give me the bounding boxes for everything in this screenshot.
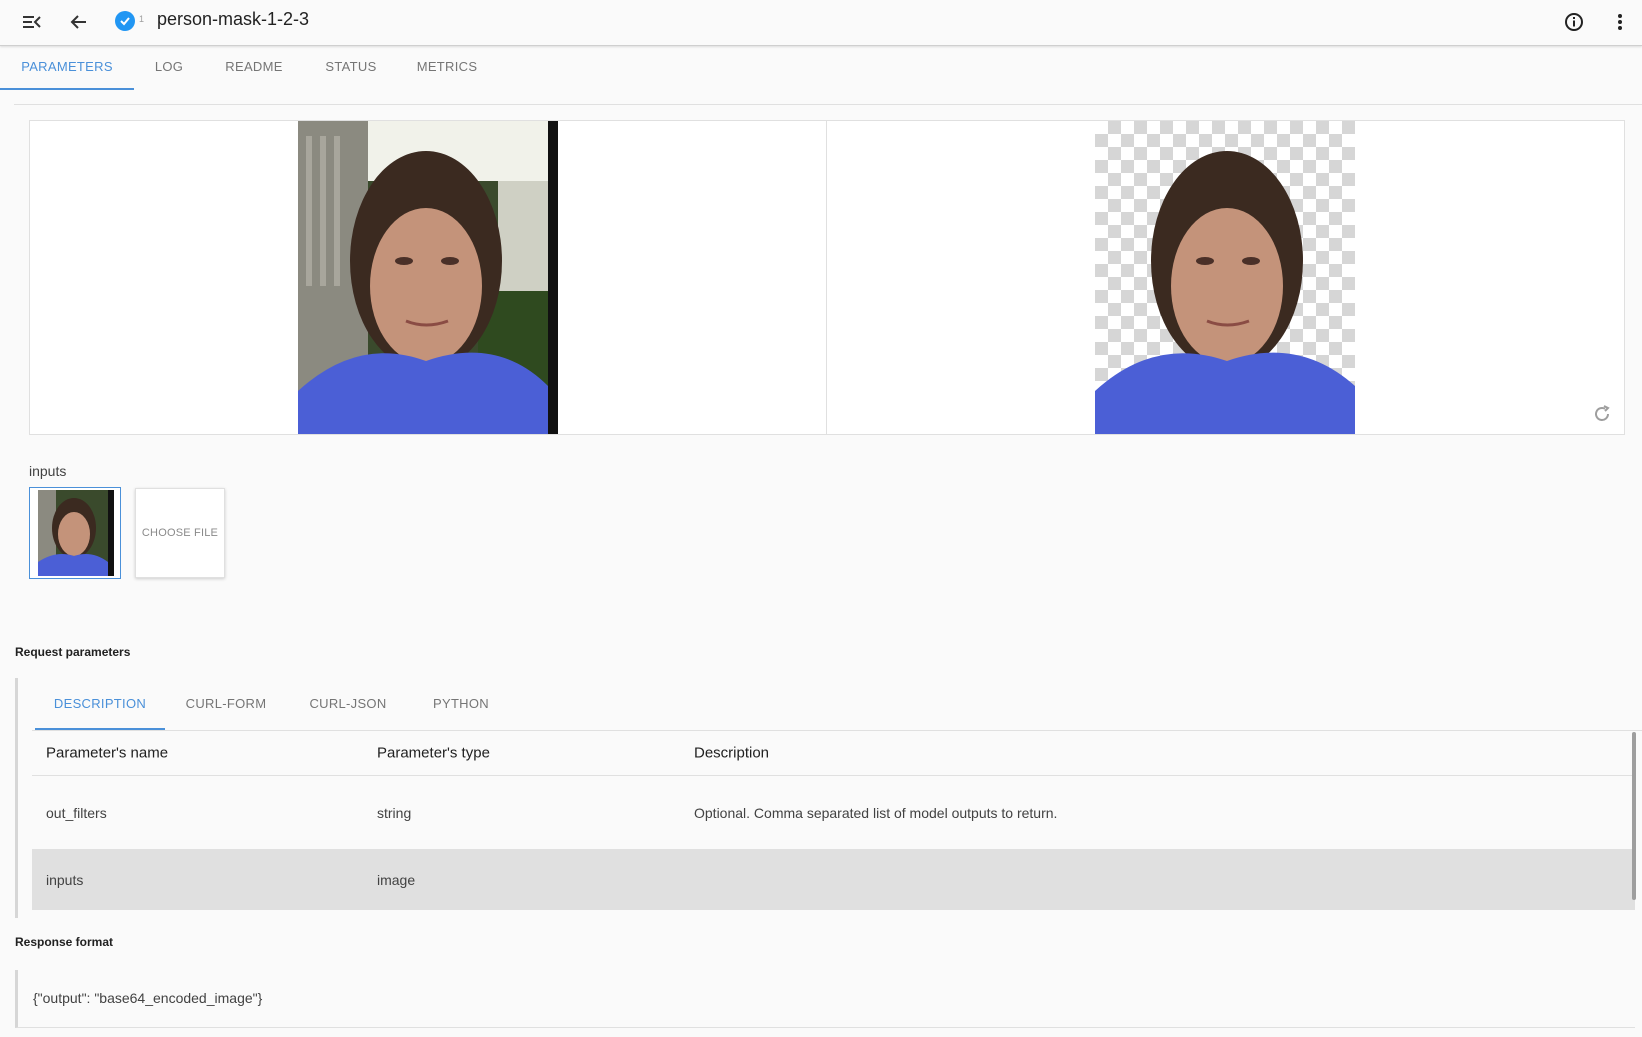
tab-metrics[interactable]: METRICS <box>398 47 496 90</box>
column-header-description: Description <box>694 744 770 762</box>
column-header-type: Parameter's type <box>377 744 490 762</box>
input-thumbnail[interactable] <box>29 487 121 579</box>
arrow-back-icon[interactable] <box>65 8 93 36</box>
main-tabs: PARAMETERS LOG README STATUS METRICS <box>0 47 1642 90</box>
tab-status[interactable]: STATUS <box>304 47 398 90</box>
inputs-label: inputs <box>29 463 67 479</box>
param-type: image <box>377 872 416 888</box>
menu-collapse-icon[interactable] <box>18 8 46 36</box>
tab-parameters[interactable]: PARAMETERS <box>0 47 134 90</box>
param-type: string <box>377 804 412 821</box>
input-image <box>298 121 558 434</box>
top-app-bar: 1 person-mask-1-2-3 <box>0 0 1642 46</box>
table-scrollbar[interactable] <box>1632 732 1636 900</box>
request-parameters-title: Request parameters <box>15 645 131 659</box>
choose-file-button[interactable]: CHOOSE FILE <box>135 488 225 578</box>
info-icon[interactable] <box>1560 8 1588 36</box>
tab-readme[interactable]: README <box>204 47 304 90</box>
request-parameters-panel: DESCRIPTION CURL-FORM CURL-JSON PYTHON P… <box>15 678 1642 918</box>
table-row[interactable]: inputs image <box>32 850 1635 910</box>
divider <box>14 104 1642 105</box>
response-format-body: {"output": "base64_encoded_image"} <box>33 990 263 1006</box>
response-format-panel: {"output": "base64_encoded_image"} <box>15 970 1635 1028</box>
refresh-icon[interactable] <box>1592 404 1612 424</box>
more-vert-icon[interactable] <box>1606 8 1634 36</box>
param-description: Optional. Comma separated list of model … <box>694 804 1058 821</box>
response-format-title: Response format <box>15 935 114 949</box>
tab-description[interactable]: DESCRIPTION <box>35 678 165 730</box>
table-row[interactable]: out_filters string Optional. Comma separ… <box>32 776 1635 850</box>
parameters-table: Parameter's name Parameter's type Descri… <box>32 731 1635 910</box>
param-name: out_filters <box>46 804 107 821</box>
tab-log[interactable]: LOG <box>134 47 204 90</box>
verified-check-icon <box>115 11 135 31</box>
verified-count: 1 <box>139 14 145 24</box>
input-preview-pane <box>29 120 827 435</box>
tab-curl-form[interactable]: CURL-FORM <box>165 678 287 730</box>
tab-curl-json[interactable]: CURL-JSON <box>287 678 409 730</box>
table-header-row: Parameter's name Parameter's type Descri… <box>32 731 1635 776</box>
param-name: inputs <box>46 872 84 888</box>
output-preview-pane <box>827 120 1625 435</box>
page-title: person-mask-1-2-3 <box>157 9 310 29</box>
output-image <box>1095 121 1355 434</box>
column-header-name: Parameter's name <box>46 744 169 762</box>
tab-python[interactable]: PYTHON <box>409 678 513 730</box>
